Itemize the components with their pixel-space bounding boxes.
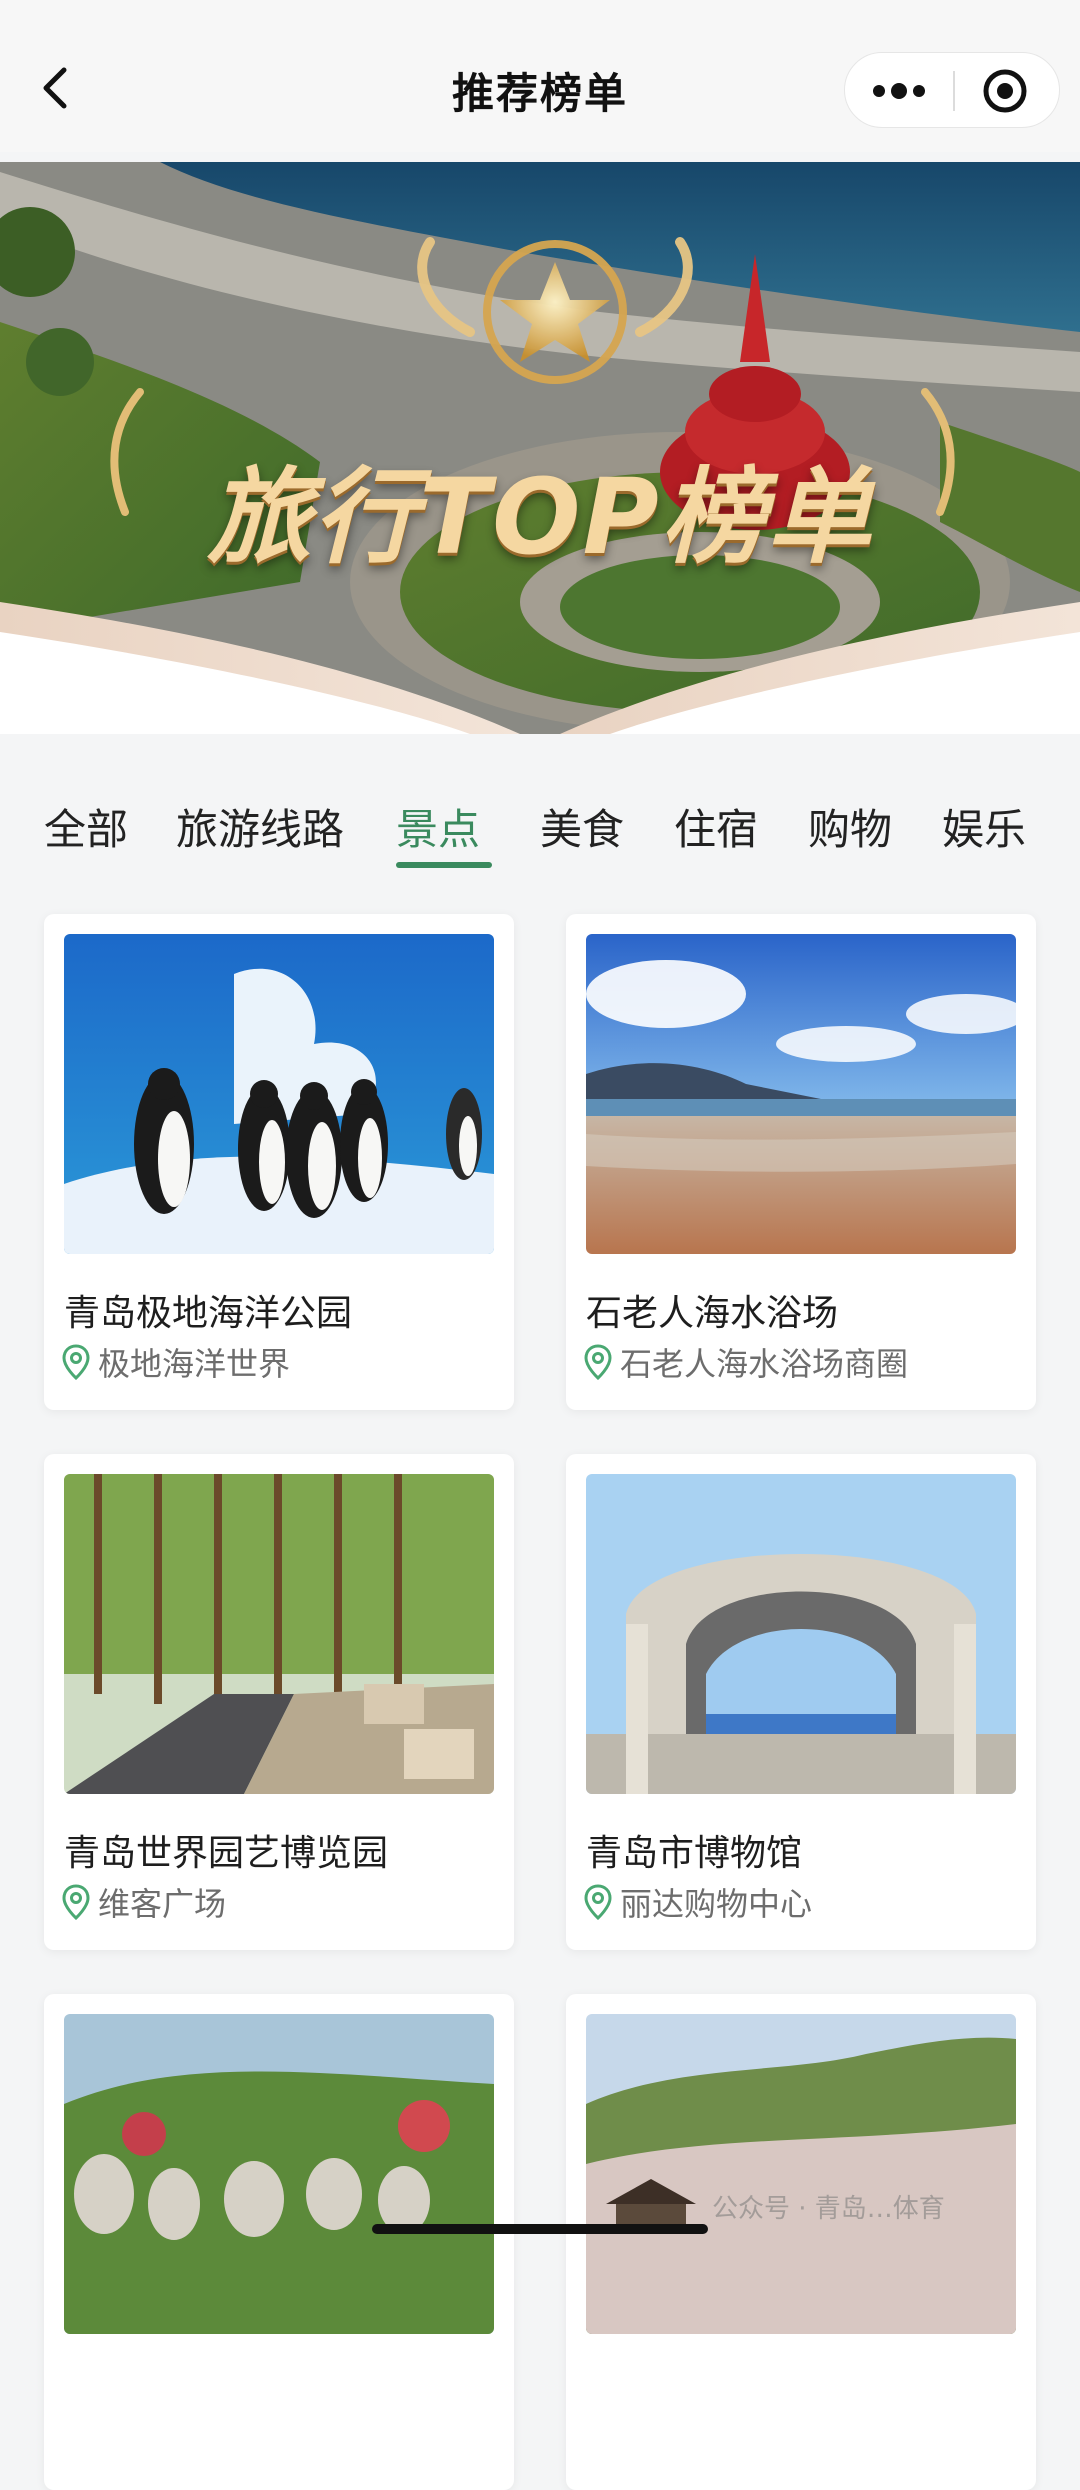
close-target-icon bbox=[983, 69, 1027, 113]
attraction-photo bbox=[64, 934, 494, 1254]
attraction-card[interactable]: 青岛世界园艺博览园 维客广场 bbox=[44, 1454, 514, 1950]
attraction-photo bbox=[586, 1474, 1016, 1794]
close-mini-program-button[interactable] bbox=[955, 53, 1061, 129]
tab-travel-routes[interactable]: 旅游线路 bbox=[176, 796, 344, 857]
home-indicator[interactable] bbox=[372, 2224, 708, 2234]
attraction-photo bbox=[64, 2014, 494, 2334]
attraction-name: 青岛世界园艺博览园 bbox=[64, 1833, 389, 1874]
tab-food[interactable]: 美食 bbox=[540, 796, 624, 857]
tab-attractions[interactable]: 景点 bbox=[396, 796, 480, 857]
location-pin-icon bbox=[62, 1884, 90, 1920]
tab-all[interactable]: 全部 bbox=[44, 796, 128, 857]
location-pin-icon bbox=[584, 1344, 612, 1380]
attraction-location-label: 石老人海水浴场商圈 bbox=[620, 1345, 909, 1383]
tab-shopping[interactable]: 购物 bbox=[808, 796, 892, 857]
attraction-name: 石老人海水浴场 bbox=[586, 1293, 839, 1334]
mini-program-capsule bbox=[844, 52, 1060, 128]
attraction-name: 青岛极地海洋公园 bbox=[64, 1293, 353, 1334]
attraction-photo bbox=[64, 1474, 494, 1794]
attraction-card[interactable] bbox=[44, 1994, 514, 2490]
attraction-location: 维客广场 bbox=[62, 1882, 227, 1923]
location-pin-icon bbox=[584, 1884, 612, 1920]
active-tab-indicator bbox=[396, 862, 492, 868]
attraction-photo bbox=[586, 2014, 1016, 2334]
location-pin-icon bbox=[62, 1344, 90, 1380]
attraction-card[interactable] bbox=[566, 1994, 1036, 2490]
attraction-location-label: 极地海洋世界 bbox=[98, 1345, 291, 1383]
watermark-text: 公众号 · 青岛…体育 bbox=[712, 2194, 945, 2224]
attraction-location: 极地海洋世界 bbox=[62, 1342, 291, 1383]
attraction-card[interactable]: 青岛极地海洋公园 极地海洋世界 bbox=[44, 914, 514, 1410]
more-dots-icon bbox=[873, 83, 925, 99]
attraction-location-label: 丽达购物中心 bbox=[620, 1885, 813, 1923]
attraction-name: 青岛市博物馆 bbox=[586, 1833, 803, 1874]
tab-entertainment[interactable]: 娱乐 bbox=[942, 796, 1026, 857]
banner-title: 旅行TOP榜单 bbox=[207, 456, 873, 578]
category-tabs: 全部 旅游线路 景点 美食 住宿 购物 娱乐 bbox=[0, 786, 1080, 876]
more-button[interactable] bbox=[845, 53, 953, 129]
attraction-card[interactable]: 青岛市博物馆 丽达购物中心 bbox=[566, 1454, 1036, 1950]
tab-lodging[interactable]: 住宿 bbox=[674, 796, 758, 857]
attraction-location: 丽达购物中心 bbox=[584, 1882, 813, 1923]
top-list-banner[interactable]: 旅行TOP榜单 bbox=[0, 162, 1080, 734]
nav-bar: 推荐榜单 bbox=[0, 0, 1080, 152]
attraction-location-label: 维客广场 bbox=[98, 1885, 227, 1923]
attraction-photo bbox=[586, 934, 1016, 1254]
attraction-card[interactable]: 石老人海水浴场 石老人海水浴场商圈 bbox=[566, 914, 1036, 1410]
attraction-location: 石老人海水浴场商圈 bbox=[584, 1342, 909, 1383]
